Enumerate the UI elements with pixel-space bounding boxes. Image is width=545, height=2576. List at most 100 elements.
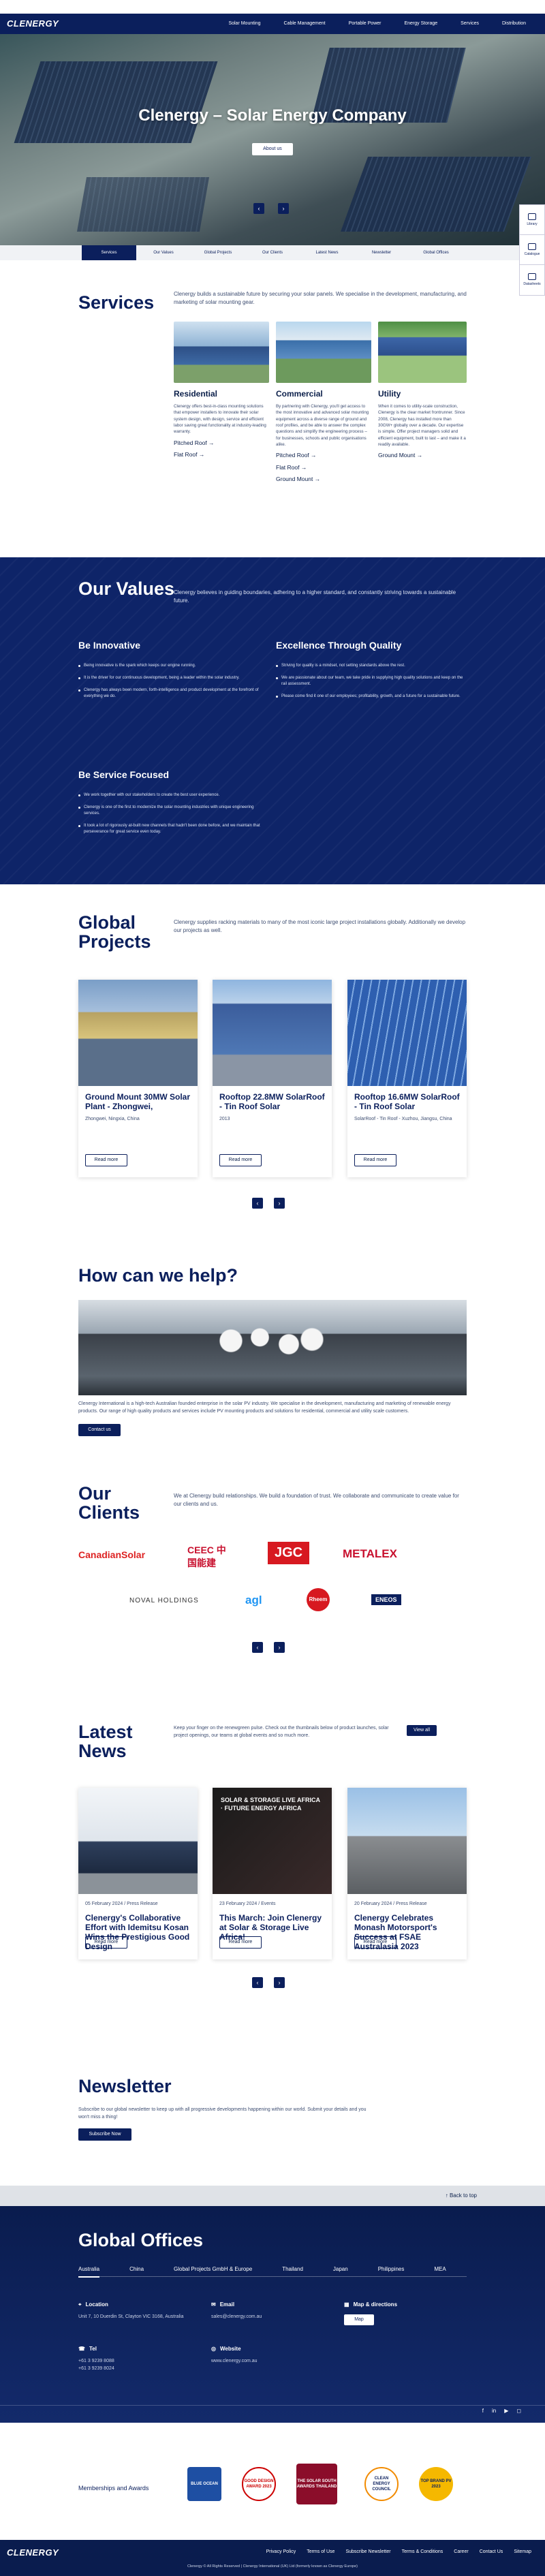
residential-pitched-roof-link[interactable]: Pitched Roof →: [174, 439, 269, 447]
nav-cable-management[interactable]: Cable Management: [284, 20, 326, 27]
news-heading: Latest News: [78, 1722, 133, 1762]
news-prev-icon[interactable]: ‹: [252, 1977, 263, 1988]
office-location: ⌖ Location Unit 7, 10 Duerdin St, Clayton…: [78, 2301, 194, 2321]
client-logo: METALEX: [343, 1547, 397, 1560]
nav-energy-storage[interactable]: Energy Storage: [404, 20, 437, 27]
subnav-news[interactable]: Latest News: [300, 245, 354, 260]
help-image: [78, 1300, 467, 1395]
client-logo: JGC: [268, 1542, 310, 1564]
hero-next-icon[interactable]: ›: [278, 203, 289, 214]
subnav-services[interactable]: Services: [82, 245, 136, 260]
nav-distribution[interactable]: Distribution: [502, 20, 526, 27]
project-card[interactable]: Rooftop 22.8MW SolarRoof - Tin Roof Sola…: [213, 980, 332, 1177]
read-more-button[interactable]: Read more: [354, 1936, 396, 1949]
back-to-top-link[interactable]: ↑ Back to top: [446, 2192, 477, 2200]
nav-portable-power[interactable]: Portable Power: [349, 20, 382, 27]
utility-bar: Company ▾ What's New ▾ Support ▾ Media ▾…: [0, 0, 545, 14]
instagram-icon[interactable]: ◻: [516, 2408, 521, 2415]
project-image: [213, 980, 332, 1086]
facebook-icon[interactable]: f: [482, 2408, 484, 2415]
footer-logo[interactable]: CLENERGY: [7, 2547, 59, 2559]
news-card[interactable]: 20 February 2024 / Press Release Clenerg…: [347, 1788, 467, 1959]
privacy-policy-link[interactable]: Privacy Policy: [266, 2549, 296, 2555]
library-tool[interactable]: Library: [520, 205, 544, 235]
nav-solar-mounting[interactable]: Solar Mounting: [228, 20, 260, 27]
subnav-projects[interactable]: Global Projects: [191, 245, 245, 260]
linkedin-icon[interactable]: in: [492, 2408, 496, 2415]
memberships-label: Memberships and Awards: [78, 2485, 149, 2492]
subnav-clients[interactable]: Our Clients: [245, 245, 300, 260]
commercial-flat-roof-link[interactable]: Flat Roof →: [276, 464, 371, 471]
subscribe-newsletter-link[interactable]: Subscribe Newsletter: [345, 2549, 390, 2555]
client-logo: CEEC 中国能建: [187, 1545, 226, 1568]
career-link[interactable]: Career: [454, 2549, 468, 2555]
view-all-button[interactable]: View all: [407, 1725, 437, 1736]
news-image-text: SOLAR & STORAGE LIVE AFRICA · FUTURE ENE…: [221, 1797, 320, 1812]
subscribe-button[interactable]: Subscribe Now: [78, 2128, 131, 2141]
commercial-image: [276, 322, 371, 383]
value-item: Being innovative is the spark which keep…: [78, 663, 262, 669]
phone-number[interactable]: +61 3 9239 8024: [78, 2365, 194, 2372]
read-more-button[interactable]: Read more: [85, 1936, 127, 1949]
subnav-offices[interactable]: Global Offices: [409, 245, 463, 260]
office-email-link[interactable]: sales@clenergy.com.au: [211, 2313, 327, 2321]
topbar-contact[interactable]: Contact Us: [485, 3, 509, 10]
project-meta: Zhongwei, Ningxia, China: [85, 1116, 140, 1121]
section-subnav: Services Our Values Global Projects Our …: [0, 245, 545, 260]
nav-services[interactable]: Services: [461, 20, 479, 27]
topbar-support[interactable]: Support ▾: [419, 3, 441, 10]
news-meta: 20 February 2024 / Press Release: [354, 1902, 427, 1906]
sitemap-link[interactable]: Sitemap: [514, 2549, 531, 2555]
terms-conditions-link[interactable]: Terms & Conditions: [402, 2549, 443, 2555]
clients-heading: Our Clients: [78, 1483, 140, 1523]
read-more-button[interactable]: Read more: [85, 1154, 127, 1166]
youtube-icon[interactable]: ▶: [504, 2408, 508, 2415]
project-title: Ground Mount 30MW Solar Plant - Zhongwei…: [85, 1092, 190, 1111]
read-more-button[interactable]: Read more: [354, 1154, 396, 1166]
office-website-link[interactable]: www.clenergy.com.au: [211, 2357, 327, 2365]
service-card-utility[interactable]: Utility When it comes to utility-scale c…: [378, 322, 467, 460]
service-card-residential[interactable]: Residential Clenergy offers best-in-clas…: [174, 322, 269, 459]
value-item: We are passionate about our team, we tak…: [276, 675, 467, 687]
project-card[interactable]: Rooftop 16.6MW SolarRoof - Tin Roof Sola…: [347, 980, 467, 1177]
news-next-icon[interactable]: ›: [274, 1977, 285, 1988]
subnav-newsletter[interactable]: Newsletter: [354, 245, 409, 260]
read-more-button[interactable]: Read more: [219, 1936, 262, 1949]
subnav-values[interactable]: Our Values: [136, 245, 191, 260]
contact-us-link[interactable]: Contact Us: [480, 2549, 503, 2555]
news-card[interactable]: 05 February 2024 / Press Release Clenerg…: [78, 1788, 198, 1959]
globe-icon[interactable]: [523, 3, 529, 10]
projects-next-icon[interactable]: ›: [274, 1198, 285, 1209]
news-card[interactable]: SOLAR & STORAGE LIVE AFRICA · FUTURE ENE…: [213, 1788, 332, 1959]
clients-next-icon[interactable]: ›: [274, 1642, 285, 1653]
topbar-whats-new[interactable]: What's New ▾: [375, 3, 405, 10]
about-us-button[interactable]: About us: [252, 143, 293, 155]
topbar-company[interactable]: Company ▾: [336, 3, 361, 10]
news-image: SOLAR & STORAGE LIVE AFRICA · FUTURE ENE…: [213, 1788, 332, 1894]
location-pin-icon: ⌖: [78, 2301, 82, 2308]
map-button[interactable]: Map: [344, 2314, 374, 2325]
terms-of-use-link[interactable]: Terms of Use: [307, 2549, 334, 2555]
value-item: It is the driver for our continuous deve…: [78, 675, 262, 681]
utility-ground-mount-link[interactable]: Ground Mount →: [378, 452, 467, 459]
residential-flat-roof-link[interactable]: Flat Roof →: [174, 451, 269, 459]
datasheets-tool[interactable]: Datasheets: [520, 265, 544, 295]
phone-number[interactable]: +61 3 9239 8088: [78, 2357, 194, 2365]
projects-prev-icon[interactable]: ‹: [252, 1198, 263, 1209]
project-card[interactable]: Ground Mount 30MW Solar Plant - Zhongwei…: [78, 980, 198, 1177]
read-more-button[interactable]: Read more: [219, 1154, 262, 1166]
commercial-ground-mount-link[interactable]: Ground Mount →: [276, 476, 371, 483]
clients-lead: We at Clenergy build relationships. We b…: [174, 1493, 459, 1507]
service-card-commercial[interactable]: Commercial By partnering with Clenergy, …: [276, 322, 371, 484]
offices-heading: Global Offices: [78, 2230, 204, 2250]
clients-prev-icon[interactable]: ‹: [252, 1642, 263, 1653]
contact-us-button[interactable]: Contact us: [78, 1424, 121, 1436]
topbar-media[interactable]: Media ▾: [454, 3, 471, 10]
client-logo: CanadianSolar: [78, 1549, 146, 1560]
client-logo: agl: [245, 1594, 262, 1607]
hero-prev-icon[interactable]: ‹: [253, 203, 264, 214]
catalogue-tool[interactable]: Catalogue: [520, 235, 544, 265]
commercial-pitched-roof-link[interactable]: Pitched Roof →: [276, 452, 371, 459]
client-logo: ENEOS: [371, 1594, 401, 1606]
clenergy-logo[interactable]: CLENERGY: [7, 18, 59, 30]
